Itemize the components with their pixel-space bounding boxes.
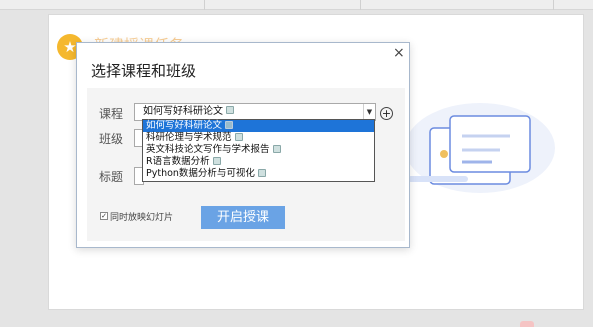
topic-label: 标题 — [99, 170, 124, 184]
top-toolbar — [0, 0, 593, 10]
dialog-title: 选择课程和班级 — [91, 62, 197, 80]
course-type-icon — [234, 132, 243, 141]
sync-slides-checkbox[interactable]: ✓ — [100, 212, 108, 220]
course-option[interactable]: 英文科技论文写作与学术报告 — [143, 144, 374, 156]
start-class-button[interactable]: 开启授课 — [201, 206, 285, 229]
toolbar-divider — [360, 0, 361, 10]
course-dropdown-list: 如何写好科研论文 科研伦理与学术规范 英文科技论文写作与学术报告 R语言数据分析… — [142, 119, 375, 182]
course-option[interactable]: R语言数据分析 — [143, 156, 374, 168]
course-option[interactable]: 科研伦理与学术规范 — [143, 132, 374, 144]
course-select-value: 如何写好科研论文 — [143, 106, 223, 117]
course-type-icon — [226, 106, 234, 114]
class-label: 班级 — [99, 132, 124, 146]
classroom-illustration — [410, 103, 555, 193]
course-option[interactable]: Python数据分析与可视化 — [143, 168, 374, 180]
status-marker — [520, 321, 534, 327]
course-type-icon — [225, 120, 234, 129]
close-icon[interactable]: × — [393, 45, 405, 61]
course-type-icon — [272, 144, 281, 153]
course-option[interactable]: 如何写好科研论文 — [143, 120, 374, 132]
course-label: 课程 — [99, 107, 124, 121]
course-type-icon — [212, 156, 221, 165]
toolbar-divider — [204, 0, 205, 10]
sync-slides-label[interactable]: 同时放映幻灯片 — [110, 210, 173, 223]
toolbar-divider — [553, 0, 554, 10]
course-type-icon — [257, 168, 266, 177]
add-course-button[interactable]: + — [380, 107, 393, 120]
chevron-down-icon[interactable]: ▼ — [363, 104, 375, 120]
